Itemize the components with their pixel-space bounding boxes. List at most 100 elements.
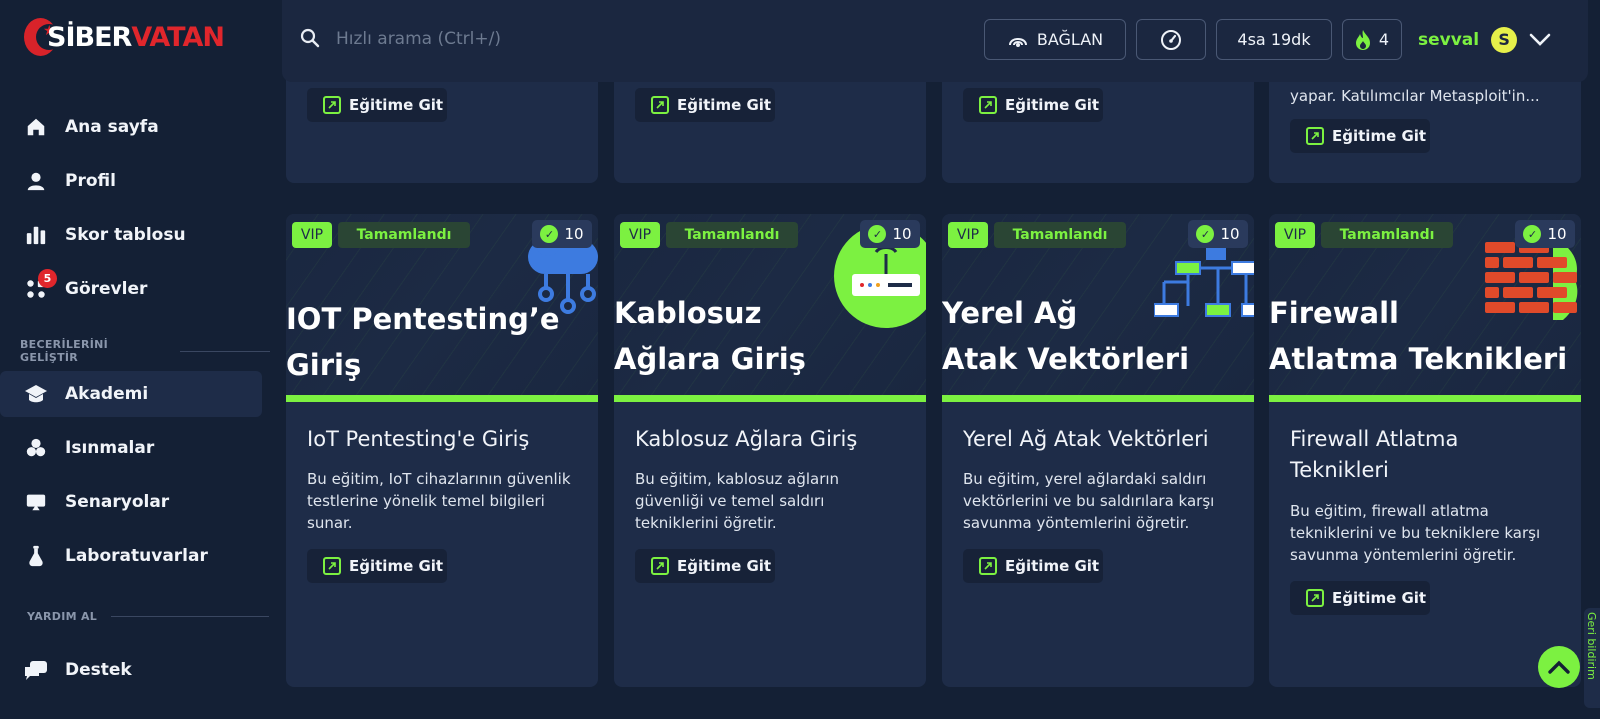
scenario-icon	[24, 490, 48, 514]
completed-badge: Tamamlandı	[1321, 222, 1453, 248]
graduation-cap-icon	[24, 382, 48, 406]
course-title: Firewall Atlatma Teknikleri	[1290, 427, 1459, 482]
tasks-icon: 5	[24, 269, 57, 301]
divider	[111, 616, 270, 617]
logo[interactable]: ★ SİBERVATAN	[24, 14, 225, 60]
course-card[interactable]: VIP Tamamlandı ✓ 10 Firewall Atlatma Tek…	[1269, 214, 1581, 687]
vpn-signal-icon	[1007, 31, 1029, 49]
sidebar-item-home[interactable]: Ana sayfa	[0, 104, 262, 150]
check-badge-icon: ✓	[1196, 225, 1215, 243]
streak-count: 4	[1378, 30, 1390, 49]
banner-title: Kablosuz Ağlara Giriş	[614, 296, 806, 376]
sidebar: ★ SİBERVATAN Ana sayfa Profil Skor tablo…	[0, 0, 270, 719]
points-badge: ✓ 10	[532, 220, 592, 248]
search-input[interactable]	[336, 24, 636, 54]
warmup-icon	[24, 436, 48, 460]
sidebar-item-label: Isınmalar	[65, 438, 155, 458]
sidebar-item-scoreboard[interactable]: Skor tablosu	[0, 212, 262, 258]
go-to-course-button[interactable]: Eğitime Git	[307, 549, 447, 583]
course-description: Bu eğitim, IoT cihazlarının güvenlik tes…	[307, 470, 571, 532]
points-badge: ✓ 10	[860, 220, 920, 248]
go-to-course-button[interactable]: Eğitime Git	[635, 88, 775, 122]
sidebar-item-profile[interactable]: Profil	[0, 158, 262, 204]
tasks-count-badge: 5	[38, 269, 57, 288]
check-badge-icon: ✓	[540, 225, 559, 243]
external-link-icon	[323, 96, 341, 114]
completed-badge: Tamamlandı	[994, 222, 1126, 248]
completed-badge: Tamamlandı	[338, 222, 470, 248]
course-card[interactable]: VIP Tamamlandı ✓ 10 IOT Pentesting’e Gir…	[286, 214, 598, 687]
card-description-line: yapar. Katılımcılar Metasploit'in...	[1290, 87, 1540, 105]
course-description: Bu eğitim, kablosuz ağların güvenliği ve…	[635, 470, 840, 532]
course-description: Bu eğitim, yerel ağlardaki saldırı vektö…	[963, 470, 1215, 532]
banner-title: Yerel Ağ Atak Vektörleri	[942, 296, 1190, 376]
sidebar-item-label: Laboratuvarlar	[65, 546, 208, 566]
bar-chart-icon	[24, 223, 48, 247]
external-link-icon	[1306, 127, 1324, 145]
button-label: Eğitime Git	[1005, 557, 1100, 575]
sidebar-item-label: Profil	[65, 171, 116, 191]
course-title: IoT Pentesting'e Giriş	[307, 427, 530, 451]
course-title: Kablosuz Ağlara Giriş	[635, 427, 858, 451]
external-link-icon	[1306, 589, 1324, 607]
external-link-icon	[979, 96, 997, 114]
chat-icon	[24, 658, 48, 682]
user-menu[interactable]: sevval S	[1412, 19, 1558, 60]
section-label-skills: BECERİLERİNİ GELİŞTİR	[20, 338, 270, 364]
button-label: Eğitime Git	[349, 96, 444, 114]
course-banner: VIP Tamamlandı ✓ 10 IOT Pentesting’e Gir…	[286, 214, 598, 402]
external-link-icon	[651, 557, 669, 575]
button-label: Eğitime Git	[1005, 96, 1100, 114]
speedometer-icon	[1159, 28, 1183, 52]
sidebar-item-academy[interactable]: Akademi	[0, 371, 262, 417]
vip-badge: VIP	[948, 222, 988, 248]
sidebar-item-label: Ana sayfa	[65, 117, 159, 137]
feedback-tab[interactable]: Geri bildirim	[1584, 608, 1600, 708]
course-description: Bu eğitim, firewall atlatma tekniklerini…	[1290, 502, 1541, 564]
course-card[interactable]: VIP Tamamlandı ✓ 10 Kablosuz Ağlara Giri…	[614, 214, 926, 687]
button-label: Eğitime Git	[349, 557, 444, 575]
session-timer[interactable]: 4sa 19dk	[1216, 19, 1332, 60]
sidebar-item-scenarios[interactable]: Senaryolar	[0, 479, 262, 525]
check-badge-icon: ✓	[1523, 225, 1542, 243]
course-banner: VIP Tamamlandı ✓ 10 Yerel Ağ Atak Vektör…	[942, 214, 1254, 402]
go-to-course-button[interactable]: Eğitime Git	[963, 88, 1103, 122]
points-badge: ✓ 10	[1188, 220, 1248, 248]
sidebar-item-label: Görevler	[65, 279, 148, 299]
button-label: Eğitime Git	[1332, 589, 1427, 607]
connect-button[interactable]: BAĞLAN	[984, 19, 1126, 60]
username: sevval	[1418, 29, 1480, 50]
course-card[interactable]: VIP Tamamlandı ✓ 10 Yerel Ağ Atak Vektör…	[942, 214, 1254, 687]
go-to-course-button[interactable]: Eğitime Git	[1290, 581, 1430, 615]
flask-icon	[24, 544, 48, 568]
banner-title: Firewall Atlatma Teknikleri	[1269, 296, 1568, 376]
home-icon	[24, 115, 48, 139]
course-banner: VIP Tamamlandı ✓ 10 Firewall Atlatma Tek…	[1269, 214, 1581, 402]
check-badge-icon: ✓	[868, 225, 887, 243]
sidebar-item-label: Senaryolar	[65, 492, 170, 512]
sidebar-item-support[interactable]: Destek	[0, 647, 262, 693]
divider	[180, 350, 270, 352]
sidebar-item-labs[interactable]: Laboratuvarlar	[0, 533, 262, 579]
go-to-course-button[interactable]: Eğitime Git	[635, 549, 775, 583]
speedometer-button[interactable]	[1136, 19, 1206, 60]
connect-label: BAĞLAN	[1036, 30, 1104, 49]
sidebar-item-warmups[interactable]: Isınmalar	[0, 425, 262, 471]
sidebar-item-label: Skor tablosu	[65, 225, 186, 245]
timer-label: 4sa 19dk	[1237, 30, 1311, 49]
flame-icon	[1355, 29, 1371, 51]
streak-button[interactable]: 4	[1342, 19, 1402, 60]
external-link-icon	[979, 557, 997, 575]
button-label: Eğitime Git	[677, 96, 772, 114]
go-to-course-button[interactable]: Eğitime Git	[963, 549, 1103, 583]
chevron-down-icon	[1529, 33, 1551, 47]
topbar: BAĞLAN 4sa 19dk 4 sevval S	[282, 0, 1588, 82]
go-to-course-button[interactable]: Eğitime Git	[1290, 119, 1430, 153]
go-to-course-button[interactable]: Eğitime Git	[307, 88, 447, 122]
vip-badge: VIP	[1275, 222, 1315, 248]
feedback-label: Geri bildirim	[1585, 612, 1598, 680]
button-label: Eğitime Git	[1332, 127, 1427, 145]
scroll-to-top-button[interactable]	[1538, 646, 1580, 688]
sidebar-item-label: Destek	[65, 660, 132, 680]
sidebar-item-tasks[interactable]: 5 Görevler	[0, 266, 262, 312]
